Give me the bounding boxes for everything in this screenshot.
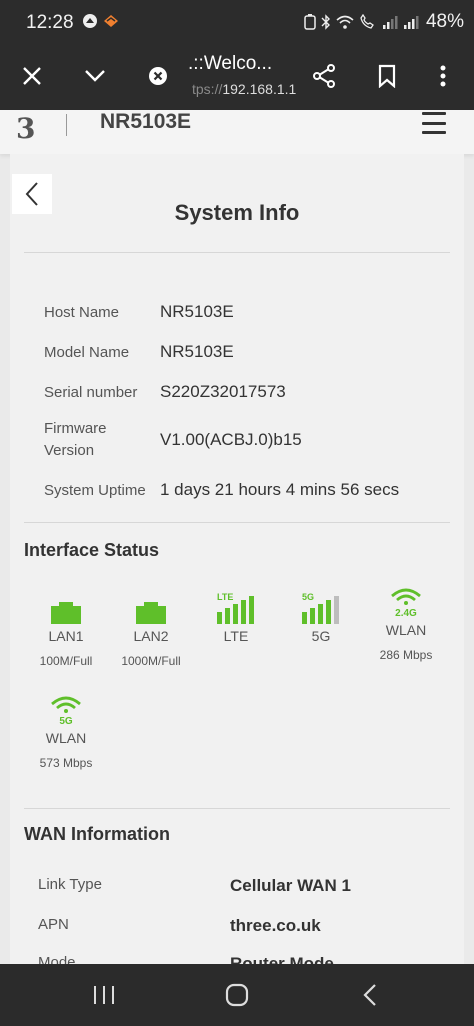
url-scheme: tps:// — [192, 81, 223, 97]
url-text[interactable]: tps://192.168.1.1 — [192, 81, 296, 97]
info-value: S220Z32017573 — [160, 382, 286, 401]
share-button[interactable] — [306, 58, 342, 94]
app-notification-icon-2 — [104, 15, 118, 27]
interface-lan1: LAN1 100M/Full — [26, 586, 106, 668]
interface-name: WLAN — [385, 622, 427, 638]
wan-information-title: WAN Information — [24, 824, 170, 844]
header-model-name: NR5103E — [100, 110, 192, 133]
home-button[interactable] — [219, 980, 255, 1010]
5g-badge-text: 5G — [302, 592, 314, 602]
divider — [24, 808, 450, 809]
hamburger-menu-icon[interactable] — [422, 112, 446, 134]
divider — [24, 252, 450, 253]
bluetooth-icon — [321, 14, 330, 30]
site-settings-icon — [149, 67, 167, 85]
ethernet-port-icon — [136, 602, 166, 624]
info-value: 1 days 21 hours 4 mins 56 secs — [160, 480, 400, 499]
more-options-button[interactable] — [425, 58, 461, 94]
wan-value: three.co.uk — [230, 916, 321, 935]
info-label: Serial number — [44, 384, 138, 401]
app-notification-icon — [83, 14, 97, 28]
5g-signal-icon: 5G — [302, 592, 339, 624]
status-system-icons: 48% — [304, 11, 464, 33]
interface-5g: 5G 5G — [281, 586, 361, 644]
wan-value: Cellular WAN 1 — [230, 876, 351, 895]
more-vertical-icon — [440, 65, 446, 87]
info-value: NR5103E — [160, 302, 234, 321]
back-icon — [363, 984, 376, 1006]
interface-wlan-24g: 2.4G WLAN 286 Mbps — [366, 586, 446, 662]
interface-lan2: LAN2 1000M/Full — [111, 586, 191, 668]
recent-apps-button[interactable] — [86, 980, 122, 1010]
interface-speed: 286 Mbps — [379, 648, 433, 662]
home-icon — [225, 983, 249, 1007]
browser-toolbar: .::Welco... tps://192.168.1.1 — [0, 44, 474, 110]
interface-lte: LTE LTE — [196, 586, 276, 644]
wan-value: Router Mode — [230, 954, 334, 964]
info-label: System Uptime — [44, 482, 146, 499]
wifi-icon — [336, 15, 354, 29]
system-nav-bar — [0, 964, 474, 1026]
wan-label: Link Type — [38, 876, 102, 893]
interface-wlan-5g: 5G WLAN 573 Mbps — [26, 694, 106, 770]
interface-name: 5G — [311, 628, 331, 644]
close-icon — [23, 67, 41, 85]
status-notification-icons — [82, 13, 120, 29]
wifi-5g-icon: 5G — [51, 696, 81, 726]
status-time: 12:28 — [26, 12, 74, 33]
info-value: V1.00(ACBJ.0)b15 — [160, 430, 302, 449]
battery-saver-icon — [304, 14, 316, 30]
signal-icon — [382, 16, 398, 29]
status-bar: 12:28 48% — [0, 0, 474, 44]
three-logo[interactable]: 3 — [16, 112, 35, 145]
ethernet-port-icon — [51, 602, 81, 624]
page-title-text[interactable]: .::Welco... — [188, 53, 272, 75]
wifi-band-text: 5G — [59, 716, 73, 726]
info-value: NR5103E — [160, 342, 234, 361]
site-header: 3 NR5103E — [0, 110, 474, 154]
wan-label: APN — [38, 916, 69, 933]
interface-name: WLAN — [45, 730, 87, 746]
wan-label: Mode — [38, 954, 76, 964]
interface-status-title: Interface Status — [24, 540, 160, 560]
recent-apps-icon — [94, 986, 114, 1004]
battery-percent: 48% — [425, 11, 464, 32]
chevron-down-icon — [85, 70, 105, 82]
info-label: Firmware Version — [44, 420, 107, 459]
wifi-calling-icon — [360, 14, 374, 29]
minimize-button[interactable] — [77, 58, 113, 94]
bookmark-icon — [378, 64, 396, 88]
info-label: Host Name — [44, 304, 120, 321]
wifi-band-text: 2.4G — [395, 608, 417, 618]
lte-signal-icon: LTE — [217, 592, 254, 624]
divider — [24, 522, 450, 523]
site-settings-button[interactable] — [140, 58, 176, 94]
back-nav-button[interactable] — [352, 980, 388, 1010]
system-info-title: System Info — [174, 200, 300, 225]
interface-speed: 1000M/Full — [121, 654, 181, 668]
info-label: Model Name — [44, 344, 130, 361]
header-divider — [66, 114, 67, 136]
web-page: 3 NR5103E System Info Host Name NR5103E … — [0, 110, 474, 964]
interface-speed: 100M/Full — [39, 654, 93, 668]
system-info-card: System Info Host Name NR5103E Model Name… — [10, 154, 464, 964]
bookmark-button[interactable] — [369, 58, 405, 94]
share-icon — [313, 64, 335, 88]
close-tab-button[interactable] — [14, 58, 50, 94]
interface-name: LTE — [223, 628, 249, 644]
interface-speed: 573 Mbps — [39, 756, 93, 770]
lte-badge-text: LTE — [217, 592, 233, 602]
wifi-24g-icon: 2.4G — [391, 588, 421, 618]
url-host: 192.168.1.1 — [222, 81, 297, 97]
interface-name: LAN1 — [48, 628, 84, 644]
interface-name: LAN2 — [133, 628, 169, 644]
signal-icon-2 — [403, 16, 419, 29]
